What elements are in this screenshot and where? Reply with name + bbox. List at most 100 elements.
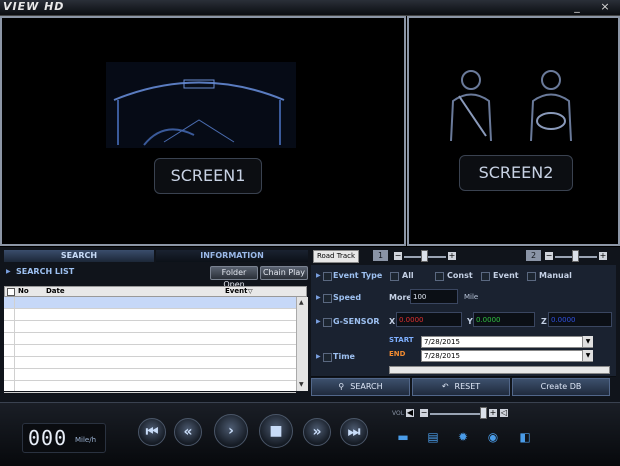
search-button-label: SEARCH [350,382,383,391]
table-row[interactable] [4,345,296,357]
channel1-indicator: 1 [373,250,388,261]
list-scrollbar[interactable]: ▲ ▼ [296,297,308,391]
reset-button[interactable]: ↶ RESET [412,378,510,396]
const-checkbox[interactable] [435,272,444,281]
create-db-button[interactable]: Create DB [512,378,610,396]
fast-forward-button[interactable]: » [303,418,331,446]
settings-icon[interactable]: ✹ [456,430,470,444]
end-label: END [389,350,406,358]
event-checkbox[interactable] [481,272,490,281]
gsensor-x-input[interactable]: 0.0000 [396,312,462,327]
start-date-dropdown-icon[interactable]: ▼ [582,336,593,347]
event-type-label: Event Type [333,271,383,280]
gsensor-label: G-SENSOR [333,317,380,326]
zoom-out2-button[interactable]: − [545,252,553,260]
minimize-button[interactable]: _ [570,0,584,14]
zoom-in2-button[interactable]: + [599,252,607,260]
end-date-input[interactable]: 7/28/2015 [421,350,593,362]
previous-file-button[interactable]: ⏮ [138,418,166,446]
speed-input[interactable]: 100 [410,289,458,304]
next-file-button[interactable]: ⏭ [340,418,368,446]
column-date[interactable]: Date [46,287,65,296]
time-arrow-icon: ▶ [316,353,321,360]
stop-button[interactable]: ■ [259,414,293,448]
table-row[interactable] [4,357,296,369]
car-windshield-icon [106,62,296,148]
table-row[interactable] [4,369,296,381]
table-row[interactable] [4,297,296,309]
time-label: Time [333,352,355,361]
table-row[interactable] [4,309,296,321]
zoom-in1-button[interactable]: + [448,252,456,260]
volume-down-button[interactable]: − [420,409,428,417]
event-type-checkbox[interactable] [323,272,332,281]
select-all-checkbox[interactable] [7,288,15,296]
tab-search[interactable]: SEARCH [4,250,154,262]
gsensor-x-label: X [389,317,396,326]
filter-funnel-icon[interactable]: ▽ [248,287,253,296]
zoom-out1-button[interactable]: − [394,252,402,260]
all-checkbox[interactable] [390,272,399,281]
column-event[interactable]: Event [225,287,247,296]
event-option-label: Event [493,271,519,280]
speed-label: Speed [333,293,362,302]
const-option-label: Const [447,271,473,280]
play-button[interactable]: › [214,414,248,448]
search-icon: ⚲ [338,382,345,391]
screen2-view[interactable]: SCREEN2 [407,16,620,246]
gsensor-y-label: Y [467,317,473,326]
print-icon[interactable]: ▤ [426,430,440,444]
fast-forward-icon: » [312,424,322,440]
rewind-icon: « [183,424,193,440]
zoom1-slider-knob[interactable] [421,250,428,262]
screen1-view[interactable]: SCREEN1 [0,16,406,246]
event-type-arrow-icon: ▶ [316,272,321,279]
manual-checkbox[interactable] [527,272,536,281]
folder-icon[interactable]: ▬ [396,430,410,444]
search-list-title: SEARCH LIST [16,267,75,276]
end-date-dropdown-icon[interactable]: ▼ [582,350,593,361]
scroll-up-icon[interactable]: ▲ [299,299,304,306]
skip-next-icon: ⏭ [347,424,361,440]
scroll-down-icon[interactable]: ▼ [299,381,304,388]
channel2-indicator: 2 [526,250,541,261]
list-header: No Date Event ▽ [4,286,307,297]
speed-more-label: More [389,293,412,302]
gsensor-z-input[interactable]: 0.0000 [548,312,612,327]
skip-previous-icon: ⏮ [145,424,159,440]
chain-play-button[interactable]: Chain Play [260,266,308,280]
folder-open-button[interactable]: Folder Open [210,266,258,289]
table-row[interactable] [4,333,296,345]
reset-icon: ↶ [441,382,449,391]
speed-readout: 000 [28,426,68,450]
volume-slider-track[interactable] [430,413,487,415]
table-row[interactable] [4,381,296,393]
manual-option-label: Manual [539,271,572,280]
speed-checkbox[interactable] [323,294,332,303]
tab-information[interactable]: INFORMATION [156,250,308,262]
volume-slider-knob[interactable] [480,407,487,419]
gsensor-z-label: Z [541,317,547,326]
table-row[interactable] [4,321,296,333]
zoom2-slider-knob[interactable] [572,250,579,262]
time-checkbox[interactable] [323,353,332,362]
search-button[interactable]: ⚲ SEARCH [311,378,410,396]
close-button[interactable]: × [598,0,612,14]
column-no[interactable]: No [18,287,29,296]
mute-speaker-icon[interactable]: ◀ [406,409,414,417]
title-bar [0,0,620,16]
export-icon[interactable]: ◧ [518,430,532,444]
screen2-label: SCREEN2 [459,155,573,191]
rewind-button[interactable]: « [174,418,202,446]
gsensor-checkbox[interactable] [323,318,332,327]
search-results-list[interactable] [4,297,296,393]
start-date-input[interactable]: 7/28/2015 [421,336,593,348]
gsensor-arrow-icon: ▶ [316,318,321,325]
capture-icon[interactable]: ◉ [486,430,500,444]
road-track-button[interactable]: Road Track [313,250,359,263]
speed-readout-unit: Mile/h [75,436,97,444]
gsensor-y-input[interactable]: 0.0000 [473,312,535,327]
start-label: START [389,336,414,344]
volume-up-button[interactable]: + [489,409,497,417]
speaker-icon[interactable]: ◁ [500,409,508,417]
